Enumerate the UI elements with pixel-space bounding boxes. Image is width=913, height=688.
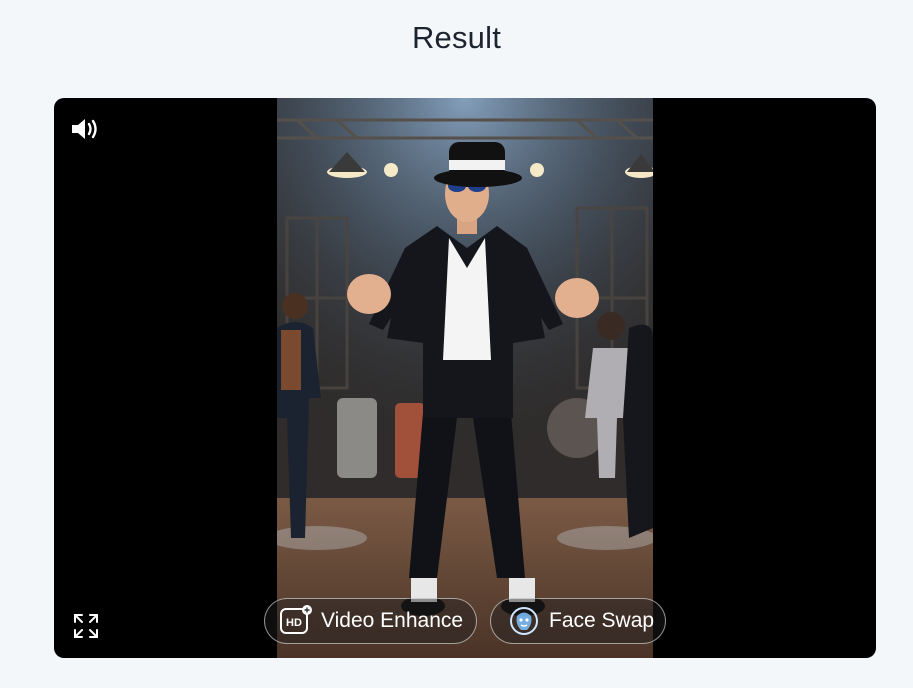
face-swap-button[interactable]: Face Swap <box>490 598 666 644</box>
svg-text:HD: HD <box>286 617 302 629</box>
face-swap-label: Face Swap <box>549 609 655 632</box>
video-still-illustration <box>277 98 653 658</box>
page-title: Result <box>411 20 502 55</box>
video-enhance-label: Video Enhance <box>321 609 464 632</box>
volume-icon <box>72 119 97 139</box>
video-frame[interactable] <box>277 98 653 658</box>
face-swap-icon <box>507 604 541 638</box>
video-enhance-button[interactable]: HD Video Enhance <box>264 598 477 644</box>
volume-button[interactable] <box>68 114 102 144</box>
video-player[interactable]: HD Video Enhance Face Swap <box>54 98 876 658</box>
hd-icon: HD <box>279 604 313 638</box>
fullscreen-button[interactable] <box>70 610 102 642</box>
fullscreen-icon <box>74 614 98 638</box>
